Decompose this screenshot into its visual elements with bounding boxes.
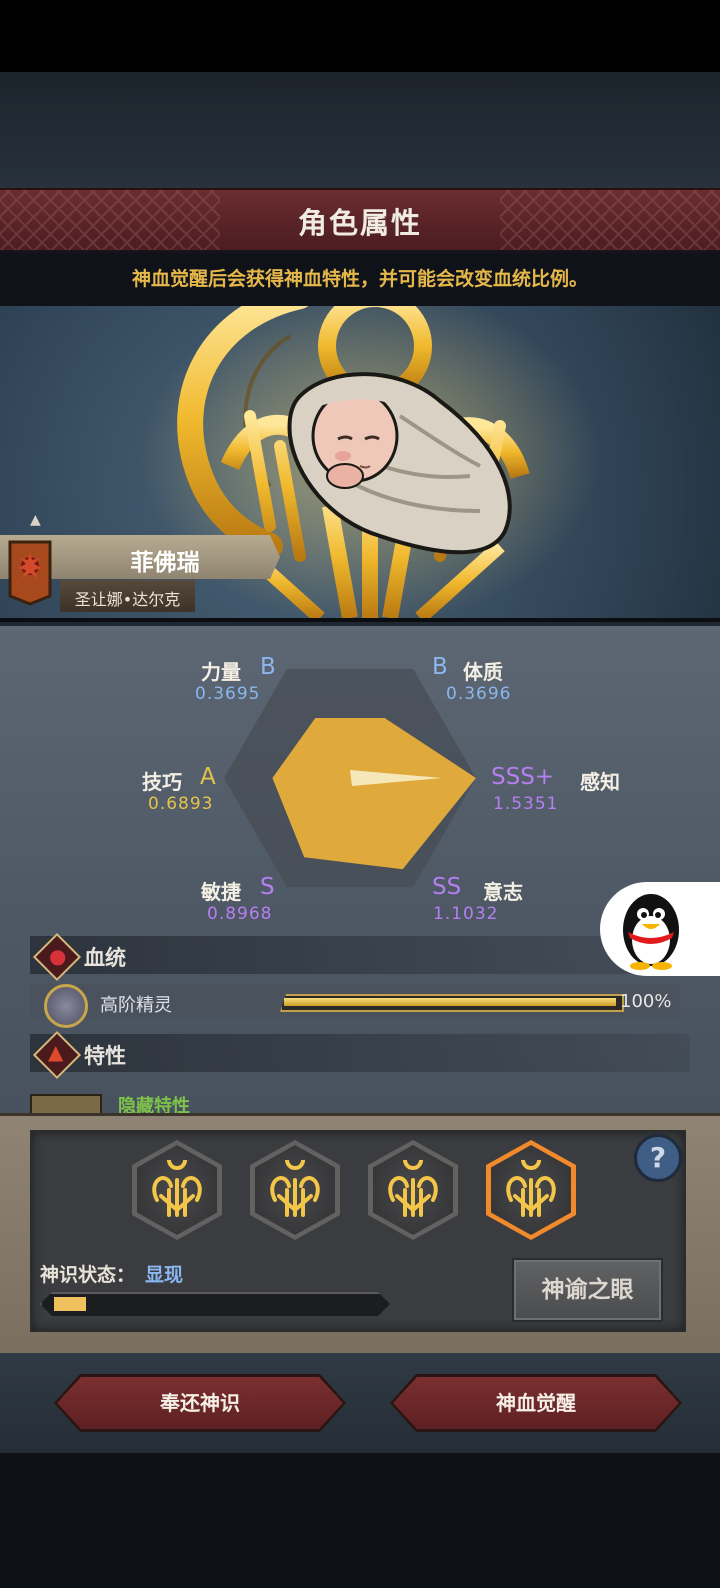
qq-penguin-icon xyxy=(623,894,679,970)
awaken-button-label: 神血觉醒 xyxy=(496,1391,576,1415)
bloodline-percent: 100% xyxy=(620,991,672,1012)
stat-skill-value: 0.6893 xyxy=(148,794,214,814)
stat-agility-label: 敏捷 xyxy=(201,880,241,904)
bloodline-bar-fill xyxy=(284,998,616,1006)
divine-sense-progress-fill xyxy=(54,1297,87,1311)
stat-strength-grade: B xyxy=(260,654,276,680)
divine-sense-state-value: 显现 xyxy=(145,1264,184,1286)
stat-agility-grade: S xyxy=(260,874,275,900)
character-name: 菲佛瑞 xyxy=(130,550,200,576)
return-button-label: 奉还神识 xyxy=(160,1391,240,1415)
bloodline-section-title: 血统 xyxy=(84,946,126,970)
stat-constitution-label: 体质 xyxy=(463,660,503,684)
stat-agility-value: 0.8968 xyxy=(207,904,273,924)
status-bar xyxy=(0,0,720,72)
divine-crest-icon xyxy=(152,1160,202,1217)
character-origin: 圣让娜•达尔克 xyxy=(74,590,181,609)
stat-perception-value: 1.5351 xyxy=(493,794,559,814)
traits-section-title: 特性 xyxy=(84,1044,126,1068)
awakening-hint: 神血觉醒后会获得神血特性，并可能会改变血统比例。 xyxy=(131,268,588,290)
stat-perception-label: 感知 xyxy=(580,770,620,794)
divine-sense-progress-track xyxy=(40,1292,390,1316)
stat-strength-label: 力量 xyxy=(201,660,241,684)
traits-section-header xyxy=(30,1034,690,1072)
stat-will-grade: SS xyxy=(432,874,462,900)
bottom-safe-area xyxy=(0,1453,720,1588)
stat-perception-grade: SSS+ xyxy=(491,764,555,790)
stat-skill-grade: A xyxy=(200,764,216,790)
blood-drop-glyph: ● xyxy=(49,944,67,968)
flame-glyph: ▲ xyxy=(48,1040,64,1064)
help-button[interactable]: ? xyxy=(634,1134,682,1182)
qq-floating-button[interactable] xyxy=(600,882,720,976)
oracle-eye-button[interactable]: 神谕之眼 xyxy=(512,1258,663,1322)
header-background xyxy=(0,72,720,190)
bloodline-emblem-icon xyxy=(44,984,88,1028)
divine-crest-icon xyxy=(506,1160,556,1217)
stat-constitution-value: 0.3696 xyxy=(446,684,512,704)
stat-will-value: 1.1032 xyxy=(433,904,499,924)
bloodline-name: 高阶精灵 xyxy=(100,995,172,1016)
divine-sense-state-label: 神识状态： xyxy=(40,1264,136,1286)
stat-strength-value: 0.3695 xyxy=(195,684,261,704)
bloodline-section-header xyxy=(30,936,690,974)
divine-crest-icon xyxy=(388,1160,438,1217)
page-title: 角色属性 xyxy=(297,206,422,240)
divine-crest-icon xyxy=(270,1160,320,1217)
stat-will-label: 意志 xyxy=(483,880,523,904)
house-banner-icon xyxy=(8,540,52,606)
stat-skill-label: 技巧 xyxy=(142,770,182,794)
crown-icon: ▲ xyxy=(30,512,41,528)
stat-constitution-grade: B xyxy=(432,654,448,680)
